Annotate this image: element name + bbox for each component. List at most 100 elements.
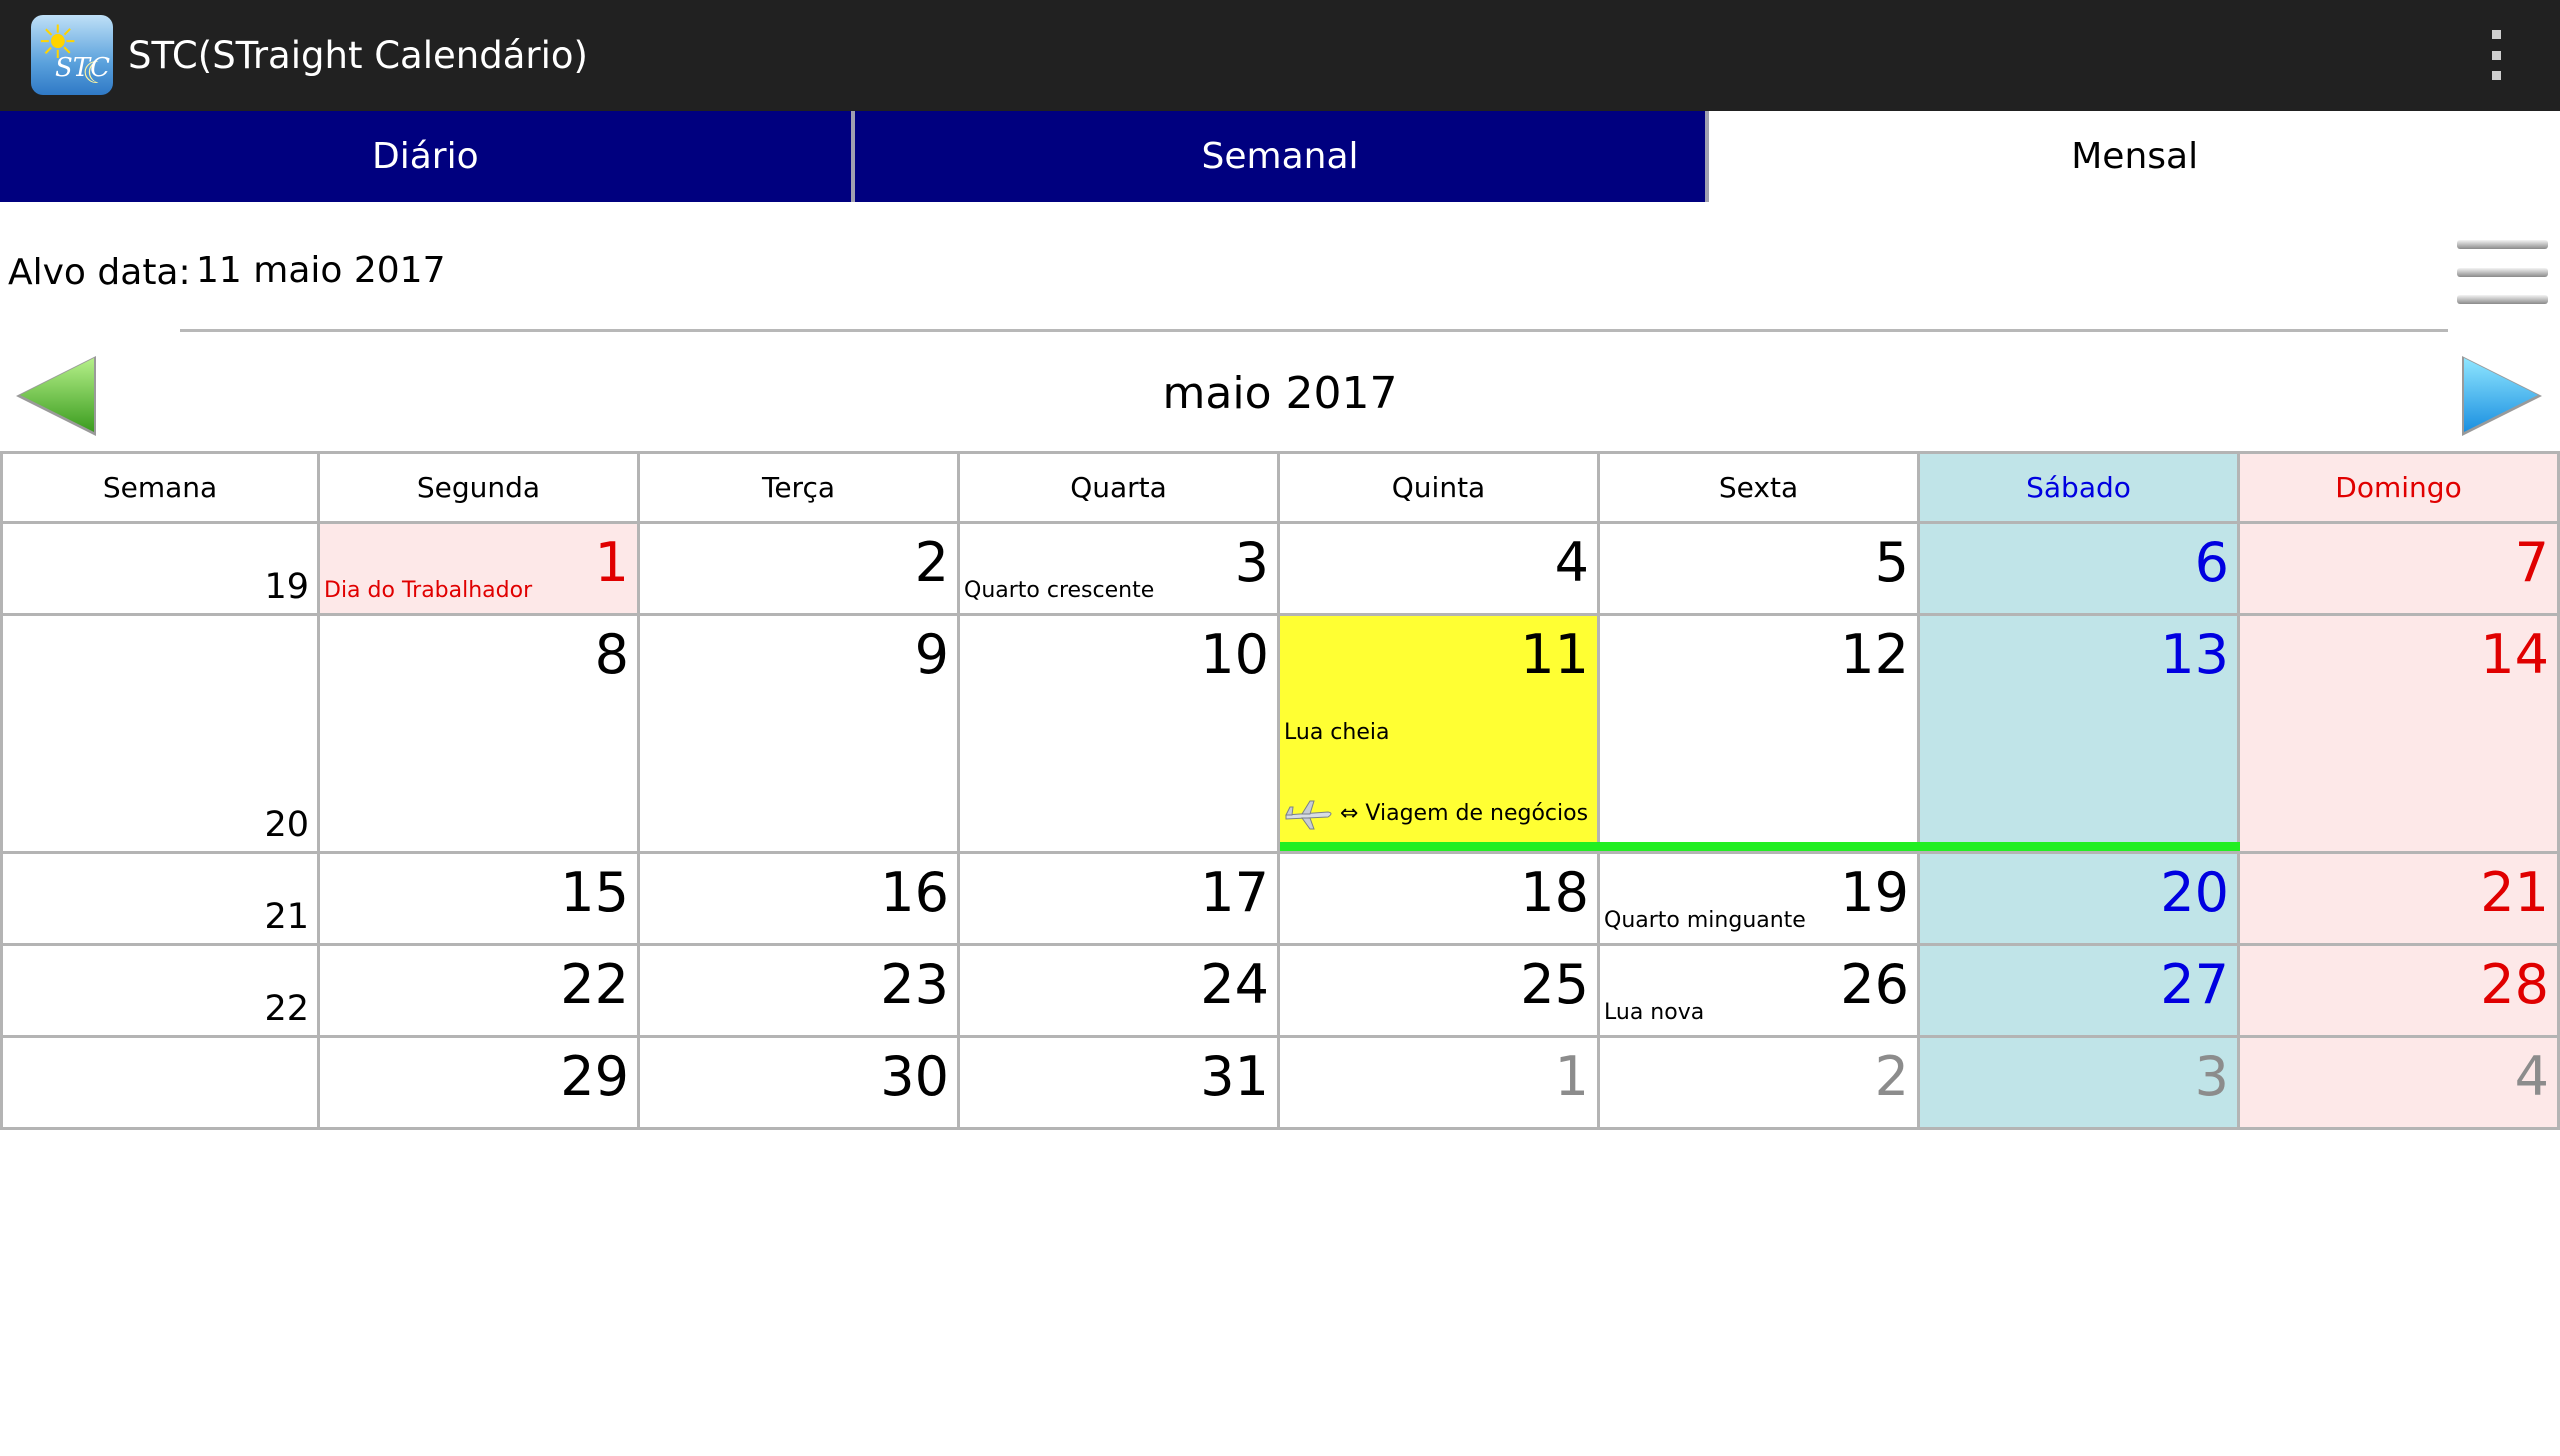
day-number: 20	[2160, 861, 2229, 924]
calendar-event[interactable]: Quarto minguante	[1604, 908, 1806, 933]
day-cell[interactable]: 19 Quarto minguante	[1600, 854, 1920, 946]
day-cell[interactable]: 4	[1280, 524, 1600, 616]
weekday-header-fri: Sexta	[1600, 451, 1920, 524]
target-date-label: Alvo data:	[8, 252, 191, 293]
day-cell[interactable]: 8	[320, 616, 640, 854]
event-label: Quarto crescente	[964, 578, 1155, 603]
day-cell[interactable]: 5	[1600, 524, 1920, 616]
day-number: 6	[2194, 531, 2229, 594]
app-bar: ☀ ☾ STC STC(STraight Calendário)	[0, 0, 2560, 111]
day-cell[interactable]: 23	[640, 946, 960, 1038]
event-label: Quarto minguante	[1604, 908, 1806, 933]
day-number: 30	[880, 1045, 949, 1108]
view-tabs: Diário Semanal Mensal	[0, 111, 2560, 202]
day-number: 14	[2480, 623, 2549, 686]
calendar-event[interactable]: Quarto crescente	[964, 578, 1154, 603]
day-cell[interactable]: 25	[1280, 946, 1600, 1038]
day-number: 8	[594, 623, 629, 686]
day-cell[interactable]: 15	[320, 854, 640, 946]
day-cell[interactable]: 30	[640, 1038, 960, 1130]
day-cell[interactable]: 2	[640, 524, 960, 616]
app-title: STC(STraight Calendário)	[128, 34, 588, 77]
day-cell[interactable]: 20	[1920, 854, 2240, 946]
calendar-event[interactable]: Lua nova	[1604, 1000, 1704, 1025]
month-calendar-grid: Semana Segunda Terça Quarta Quinta Sexta Sábad…	[0, 451, 2560, 1456]
multi-day-event-bar[interactable]	[1280, 842, 2240, 851]
tab-daily[interactable]: Diário	[0, 111, 851, 202]
day-cell[interactable]: 6	[1920, 524, 2240, 616]
overflow-menu-icon[interactable]	[2476, 30, 2516, 80]
day-number: 23	[880, 953, 949, 1016]
day-cell[interactable]: 11Lua cheia⇔ Viagem de negóciosReunião[N…	[1280, 616, 1600, 970]
weekday-header-thu: Quinta	[1280, 451, 1600, 524]
tab-weekly[interactable]: Semanal	[850, 111, 1706, 202]
day-number: 1	[594, 531, 629, 594]
weekday-header-week: Semana	[0, 451, 320, 524]
day-cell[interactable]: 13	[1920, 616, 2240, 854]
day-number: 19	[1840, 861, 1909, 924]
week-number-cell: 20	[0, 616, 320, 854]
app-logo-icon: ☀ ☾ STC	[31, 15, 113, 95]
tab-monthly[interactable]: Mensal	[1705, 111, 2560, 202]
week-number-cell: 19	[0, 524, 320, 616]
day-number: 27	[2160, 953, 2229, 1016]
day-cell[interactable]: 12	[1600, 616, 1920, 854]
day-cell[interactable]: 28	[2240, 946, 2560, 1038]
calendar-event[interactable]: Dia do Trabalhador	[324, 578, 532, 603]
day-cell[interactable]: 27	[1920, 946, 2240, 1038]
day-cell[interactable]: 7	[2240, 524, 2560, 616]
day-cell[interactable]: 29	[320, 1038, 640, 1130]
day-number: 4	[1554, 531, 1589, 594]
day-number: 4	[2514, 1045, 2549, 1108]
week-number: 21	[264, 897, 309, 937]
weekday-header-tue: Terça	[640, 451, 960, 524]
month-navigation: maio 2017	[0, 348, 2560, 448]
day-cell[interactable]: 10	[960, 616, 1280, 854]
day-number: 31	[1200, 1045, 1269, 1108]
day-cell[interactable]: 9	[640, 616, 960, 854]
day-number: 7	[2514, 531, 2549, 594]
day-cell[interactable]: 1	[1280, 1038, 1600, 1130]
day-number: 25	[1520, 953, 1589, 1016]
day-cell[interactable]: 21	[2240, 854, 2560, 946]
day-cell[interactable]: 18	[1280, 854, 1600, 946]
day-number: 21	[2480, 861, 2549, 924]
day-cell[interactable]: 2	[1600, 1038, 1920, 1130]
day-cell[interactable]: 22	[320, 946, 640, 1038]
day-cell[interactable]: 3	[1920, 1038, 2240, 1130]
target-date-row: Alvo data: 11 maio 2017	[0, 202, 2560, 332]
week-number: 20	[264, 805, 309, 845]
week-number-cell	[0, 1038, 320, 1130]
day-number: 1	[1554, 1045, 1589, 1108]
menu-icon[interactable]	[2457, 240, 2548, 304]
day-number: 18	[1520, 861, 1589, 924]
day-number: 16	[880, 861, 949, 924]
day-number: 24	[1200, 953, 1269, 1016]
weekday-header-wed: Quarta	[960, 451, 1280, 524]
day-cell[interactable]: 17	[960, 854, 1280, 946]
day-cell[interactable]: 24	[960, 946, 1280, 1038]
day-cell[interactable]: 16	[640, 854, 960, 946]
day-cell[interactable]: 3 Quarto crescente	[960, 524, 1280, 616]
event-label: Dia do Trabalhador	[324, 578, 533, 603]
day-number: 5	[1874, 531, 1909, 594]
target-date-field[interactable]: 11 maio 2017	[196, 250, 445, 291]
day-cell[interactable]: 31	[960, 1038, 1280, 1130]
day-number: 22	[560, 953, 629, 1016]
month-title: maio 2017	[1162, 368, 1398, 419]
next-month-arrow-icon[interactable]	[2460, 354, 2544, 438]
calendar-event[interactable]: Lua cheia	[1284, 720, 1389, 745]
day-cell[interactable]: 14	[2240, 616, 2560, 854]
day-number: 3	[2194, 1045, 2229, 1108]
day-number: 26	[1840, 953, 1909, 1016]
weekday-header-sat: Sábado	[1920, 451, 2240, 524]
calendar-event[interactable]: ⇔ Viagem de negócios	[1284, 795, 1588, 833]
day-number: 3	[1234, 531, 1269, 594]
day-number: 29	[560, 1045, 629, 1108]
day-cell[interactable]: 4	[2240, 1038, 2560, 1130]
day-number: 2	[1874, 1045, 1909, 1108]
week-number-cell: 22	[0, 946, 320, 1038]
event-label: Lua nova	[1604, 1000, 1705, 1025]
day-cell[interactable]: 1 Dia do Trabalhador	[320, 524, 640, 616]
day-cell[interactable]: 26 Lua nova	[1600, 946, 1920, 1038]
